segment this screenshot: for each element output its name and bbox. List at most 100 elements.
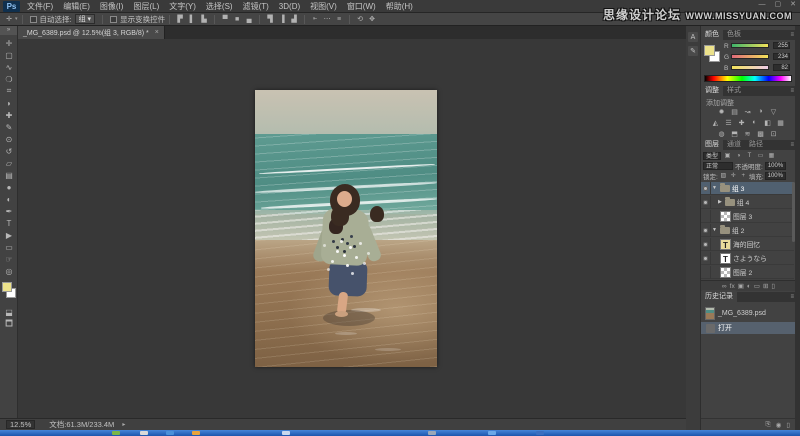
panel-menu-icon[interactable]: ≡ [790, 142, 794, 148]
tab-history[interactable]: 历史记录 [701, 290, 737, 302]
green-slider[interactable] [731, 54, 769, 59]
menu-window[interactable]: 窗口(W) [347, 1, 376, 12]
distribute-bottom-icon[interactable]: ▟ [289, 14, 299, 24]
tool-path-select[interactable]: ▶ [1, 229, 17, 241]
align-top-icon[interactable]: ▛ [175, 14, 185, 24]
taskbar-app-icon[interactable] [282, 431, 290, 435]
menu-help[interactable]: 帮助(H) [386, 1, 413, 12]
adjustment-curves-icon[interactable]: ↝ [742, 107, 753, 116]
new-adjustment-icon[interactable]: ◐ [747, 283, 751, 290]
delete-state-icon[interactable]: ▯ [786, 421, 790, 429]
distribute-left-icon[interactable]: ⫦ [310, 14, 320, 24]
distribute-hcenter-icon[interactable]: ⋯ [322, 14, 332, 24]
visibility-toggle[interactable] [701, 238, 711, 251]
visibility-toggle[interactable] [701, 266, 711, 279]
layer-style-fx-icon[interactable]: fx [730, 283, 735, 290]
tool-marquee[interactable]: ▢ [1, 49, 17, 61]
new-snapshot-icon[interactable]: ◉ [776, 421, 782, 429]
opacity-field[interactable]: 100% [765, 162, 786, 170]
tool-zoom[interactable]: ◎ [1, 265, 17, 277]
red-value-field[interactable]: 255 [773, 42, 790, 49]
tool-move[interactable]: ✛ [1, 37, 17, 49]
filter-pixel-icon[interactable]: ▣ [723, 152, 732, 160]
tab-swatches[interactable]: 色板 [723, 28, 745, 40]
menu-layer[interactable]: 图层(L) [133, 1, 159, 12]
align-right-icon[interactable]: ▄ [244, 14, 254, 24]
minimize-icon[interactable]: — [759, 0, 766, 10]
tab-paths[interactable]: 路径 [745, 138, 767, 150]
color-spectrum-ramp[interactable] [704, 75, 792, 82]
visibility-toggle[interactable] [701, 196, 711, 209]
photo-document[interactable] [255, 90, 437, 367]
taskbar-app-icon[interactable] [192, 431, 200, 435]
blue-slider[interactable] [731, 65, 769, 70]
history-state-open[interactable]: 打开 [701, 322, 796, 334]
tool-dodge[interactable]: ◐ [1, 193, 17, 205]
layer-row-layer3[interactable]: 图层 3 [701, 210, 794, 223]
foreground-color-swatch[interactable] [2, 282, 12, 292]
canvas-area[interactable] [18, 39, 686, 418]
show-transform-checkbox[interactable] [110, 16, 117, 23]
tool-brush[interactable]: ✎ [1, 121, 17, 133]
align-left-icon[interactable]: ▀ [220, 14, 230, 24]
visibility-toggle[interactable] [701, 252, 711, 265]
tool-clone-stamp[interactable]: ⊙ [1, 133, 17, 145]
screen-mode-icon[interactable]: 🗖 [1, 319, 17, 331]
layer-row-text-memory[interactable]: T 海的回忆 [701, 238, 794, 251]
lock-all-icon[interactable]: + [739, 172, 748, 180]
collapsed-panel-icon-2[interactable]: ✎ [688, 46, 698, 56]
add-mask-icon[interactable]: ▣ [738, 282, 744, 290]
adjustment-balance-icon[interactable]: ☰ [723, 118, 734, 127]
tool-healing-brush[interactable]: ✚ [1, 109, 17, 121]
lock-position-icon[interactable]: ✛ [729, 172, 738, 180]
red-slider[interactable] [731, 43, 769, 48]
adjustment-vibrance-icon[interactable]: ▽ [768, 107, 779, 116]
tab-styles[interactable]: 样式 [723, 84, 745, 96]
tool-crop[interactable]: ⌗ [1, 85, 17, 97]
link-layers-icon[interactable]: ∞ [722, 283, 727, 290]
toolbox-collapse-icon[interactable]: » [0, 26, 17, 35]
menu-image[interactable]: 图像(I) [100, 1, 124, 12]
blue-value-field[interactable]: 82 [773, 64, 790, 71]
distribute-top-icon[interactable]: ▜ [265, 14, 275, 24]
new-group-icon[interactable]: ▭ [754, 282, 760, 290]
visibility-toggle[interactable] [701, 182, 711, 195]
taskbar-app-icon[interactable] [166, 431, 174, 435]
taskbar-app-icon[interactable] [112, 431, 120, 435]
tool-blur[interactable]: ● [1, 181, 17, 193]
new-layer-icon[interactable]: ⊞ [763, 282, 768, 290]
filter-type-icon[interactable]: T [745, 152, 754, 160]
menu-select[interactable]: 选择(S) [206, 1, 233, 12]
adjustment-selective-color-icon[interactable]: ⊡ [768, 129, 779, 138]
tool-shape[interactable]: ▭ [1, 241, 17, 253]
adjustment-invert-icon[interactable]: ◍ [716, 129, 727, 138]
blend-mode-dropdown[interactable]: 正常 [703, 162, 733, 170]
tab-color[interactable]: 颜色 [701, 28, 723, 40]
tab-channels[interactable]: 通道 [723, 138, 745, 150]
color-foreground-swatch[interactable] [704, 45, 715, 56]
filter-smart-object-icon[interactable]: ▦ [767, 152, 776, 160]
quick-mask-icon[interactable]: ⬓ [1, 306, 17, 318]
taskbar-app-icon[interactable] [536, 431, 544, 435]
panel-menu-icon[interactable]: ≡ [790, 88, 794, 94]
layer-row-group2[interactable]: ▼ 组 2 [701, 224, 794, 237]
layer-filter-type-dropdown[interactable]: 类型 [703, 152, 721, 160]
zoom-level-field[interactable]: 12.5% [6, 420, 35, 429]
adjustment-exposure-icon[interactable]: ◑ [755, 107, 766, 116]
panel-menu-icon[interactable]: ≡ [790, 32, 794, 38]
tool-type[interactable]: T [1, 217, 17, 229]
align-hcenter-icon[interactable]: ■ [232, 14, 242, 24]
windows-taskbar[interactable] [0, 430, 800, 436]
tool-pen[interactable]: ✒ [1, 205, 17, 217]
adjustment-color-lookup-icon[interactable]: ▦ [775, 118, 786, 127]
green-value-field[interactable]: 234 [773, 53, 790, 60]
adjustment-posterize-icon[interactable]: ⬒ [729, 129, 740, 138]
adjustment-gradient-map-icon[interactable]: ▩ [755, 129, 766, 138]
menu-view[interactable]: 视图(V) [310, 1, 337, 12]
taskbar-app-icon[interactable] [488, 431, 496, 435]
taskbar-app-icon[interactable] [140, 431, 148, 435]
maximize-icon[interactable]: ▢ [775, 0, 782, 10]
adjustment-threshold-icon[interactable]: ≋ [742, 129, 753, 138]
layer-row-layer2[interactable]: 图层 2 [701, 266, 794, 279]
status-options-arrow-icon[interactable]: ▸ [122, 421, 125, 428]
